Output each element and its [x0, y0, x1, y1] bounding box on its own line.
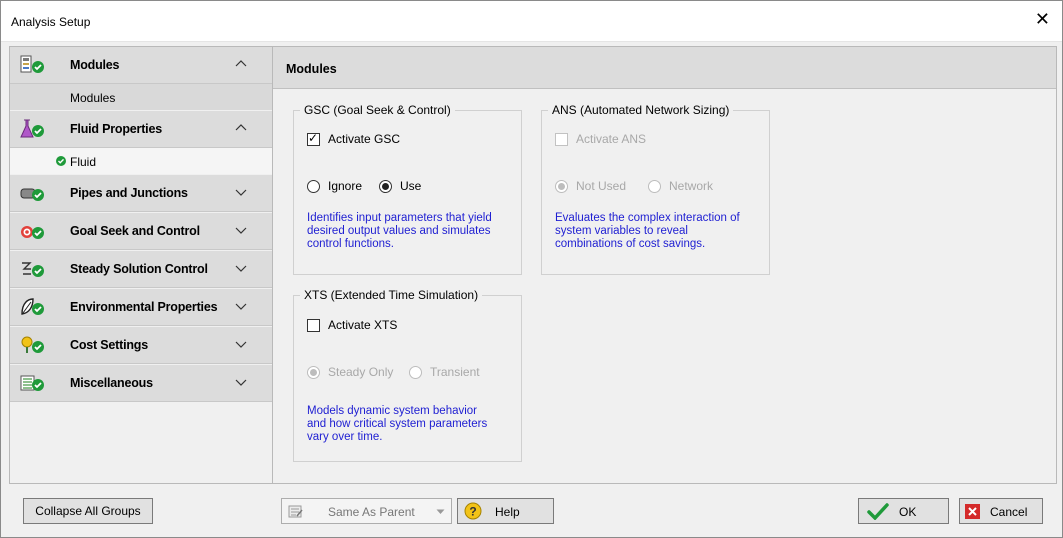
- checkbox-box[interactable]: ✓: [307, 130, 320, 146]
- sidebar-group-label: Miscellaneous: [70, 376, 153, 390]
- radio-circle[interactable]: [648, 179, 661, 193]
- help-label: Help: [495, 505, 520, 519]
- sidebar-group-label: Modules: [70, 58, 120, 72]
- notepad-icon: [288, 505, 303, 518]
- ok-label: OK: [899, 505, 917, 519]
- sidebar-group-miscellaneous[interactable]: Miscellaneous: [10, 365, 273, 402]
- ans-not-used-radio[interactable]: Not Used: [555, 179, 626, 193]
- ans-network-radio[interactable]: Network: [648, 179, 713, 193]
- radio-circle[interactable]: [379, 179, 392, 193]
- cost-icon: [21, 336, 44, 353]
- activate-gsc-label: Activate GSC: [328, 132, 401, 146]
- radio-circle[interactable]: [307, 179, 320, 193]
- xts-steady-only-label: Steady Only: [328, 365, 394, 379]
- window-title: Analysis Setup: [11, 15, 91, 29]
- activate-gsc-checkbox[interactable]: ✓ Activate GSC: [307, 130, 401, 146]
- sidebar-group-pipes-and-junctions[interactable]: Pipes and Junctions: [10, 175, 273, 212]
- xts-transient-radio[interactable]: Transient: [409, 365, 480, 379]
- radio-dot: [382, 182, 389, 190]
- main-panel: Modules GSC (Goal Seek & Control) ✓ Acti…: [272, 46, 1057, 484]
- activate-xts-checkbox[interactable]: Activate XTS: [307, 318, 397, 332]
- sidebar-group-label: Pipes and Junctions: [70, 186, 188, 200]
- title-bar: Analysis Setup ✕: [1, 1, 1062, 42]
- sidebar-item-label: Modules: [70, 91, 116, 105]
- ans-legend: ANS (Automated Network Sizing): [552, 103, 730, 117]
- gsc-ignore-label: Ignore: [328, 179, 363, 193]
- xts-description: Models dynamic system behavior and how c…: [307, 405, 488, 443]
- checkmark-icon: ✓: [308, 130, 319, 145]
- radio-circle[interactable]: [409, 365, 422, 379]
- cancel-x-icon: [965, 504, 980, 519]
- same-as-parent-label: Same As Parent: [328, 505, 415, 519]
- sidebar-group-label: Fluid Properties: [70, 122, 162, 136]
- radio-circle[interactable]: [555, 179, 568, 193]
- modules-icon: [20, 55, 44, 73]
- sidebar-group-cost-settings[interactable]: Cost Settings: [10, 327, 273, 364]
- dropdown-arrow-icon: [436, 509, 445, 514]
- check-circle-icon: [56, 156, 66, 166]
- chevron-down-icon[interactable]: [235, 300, 247, 312]
- ans-network-label: Network: [669, 179, 714, 193]
- chevron-up-icon[interactable]: [235, 122, 247, 134]
- chevron-down-icon[interactable]: [235, 376, 247, 388]
- collapse-all-groups-label: Collapse All Groups: [35, 504, 141, 518]
- help-button[interactable]: ? Help: [457, 498, 554, 524]
- chevron-down-icon[interactable]: [235, 338, 247, 350]
- leaf-icon: [21, 298, 44, 315]
- main-header: Modules: [273, 47, 1056, 89]
- chevron-down-icon[interactable]: [235, 224, 247, 236]
- chevron-down-icon[interactable]: [235, 186, 247, 198]
- sidebar-group-modules[interactable]: Modules: [10, 47, 273, 84]
- close-icon[interactable]: ✕: [1035, 10, 1050, 28]
- chevron-up-icon[interactable]: [235, 58, 247, 70]
- sidebar-group-fluid-properties[interactable]: Fluid Properties: [10, 111, 273, 148]
- misc-icon: [20, 375, 44, 391]
- sidebar-group-label: Cost Settings: [70, 338, 148, 352]
- sidebar-group-label: Goal Seek and Control: [70, 224, 200, 238]
- checkbox-box[interactable]: [307, 318, 320, 332]
- cancel-label: Cancel: [990, 505, 1028, 519]
- sidebar-item-modules[interactable]: Modules: [10, 84, 273, 110]
- checkbox-box[interactable]: [555, 132, 568, 146]
- radio-dot: [558, 182, 565, 190]
- same-as-parent-dropdown[interactable]: Same As Parent: [281, 498, 452, 524]
- ans-not-used-label: Not Used: [576, 179, 627, 193]
- flask-icon: [20, 119, 44, 138]
- target-icon: [21, 226, 44, 239]
- svg-text:?: ?: [469, 505, 476, 519]
- activate-xts-label: Activate XTS: [328, 318, 398, 332]
- cancel-button[interactable]: Cancel: [959, 498, 1043, 524]
- collapse-all-groups-button[interactable]: Collapse All Groups: [23, 498, 153, 524]
- page-title: Modules: [286, 62, 337, 76]
- sidebar-group-label: Environmental Properties: [70, 300, 218, 314]
- sidebar-group-label: Steady Solution Control: [70, 262, 208, 276]
- analysis-setup-window: Analysis Setup ✕ Modules Modules Fluid P…: [0, 0, 1063, 538]
- ok-button[interactable]: OK: [858, 498, 949, 524]
- gsc-description: Identifies input parameters that yield d…: [307, 212, 492, 250]
- gsc-use-radio[interactable]: Use: [379, 179, 421, 193]
- xts-steady-only-radio[interactable]: Steady Only: [307, 365, 393, 379]
- activate-ans-label: Activate ANS: [576, 132, 647, 146]
- sidebar: Modules Modules Fluid Properties Fluid P…: [9, 46, 274, 484]
- chevron-down-icon[interactable]: [235, 262, 247, 274]
- radio-circle[interactable]: [307, 365, 320, 379]
- sidebar-group-goal-seek-and-control[interactable]: Goal Seek and Control: [10, 213, 273, 250]
- xts-transient-label: Transient: [430, 365, 480, 379]
- gsc-use-label: Use: [400, 179, 422, 193]
- sidebar-group-environmental-properties[interactable]: Environmental Properties: [10, 289, 273, 326]
- gsc-ignore-radio[interactable]: Ignore: [307, 179, 362, 193]
- xts-legend: XTS (Extended Time Simulation): [304, 288, 479, 302]
- ans-description: Evaluates the complex interaction of sys…: [555, 212, 740, 250]
- radio-dot: [310, 368, 317, 376]
- pipe-icon: [20, 188, 44, 201]
- activate-ans-checkbox[interactable]: Activate ANS: [555, 132, 646, 146]
- sidebar-group-steady-solution-control[interactable]: Steady Solution Control: [10, 251, 273, 288]
- checkmark-icon: [867, 503, 889, 520]
- help-icon: ?: [464, 502, 482, 520]
- solver-icon: [22, 262, 44, 277]
- gsc-legend: GSC (Goal Seek & Control): [304, 103, 451, 117]
- sidebar-item-fluid[interactable]: Fluid: [10, 148, 273, 174]
- sidebar-item-label: Fluid: [70, 155, 97, 169]
